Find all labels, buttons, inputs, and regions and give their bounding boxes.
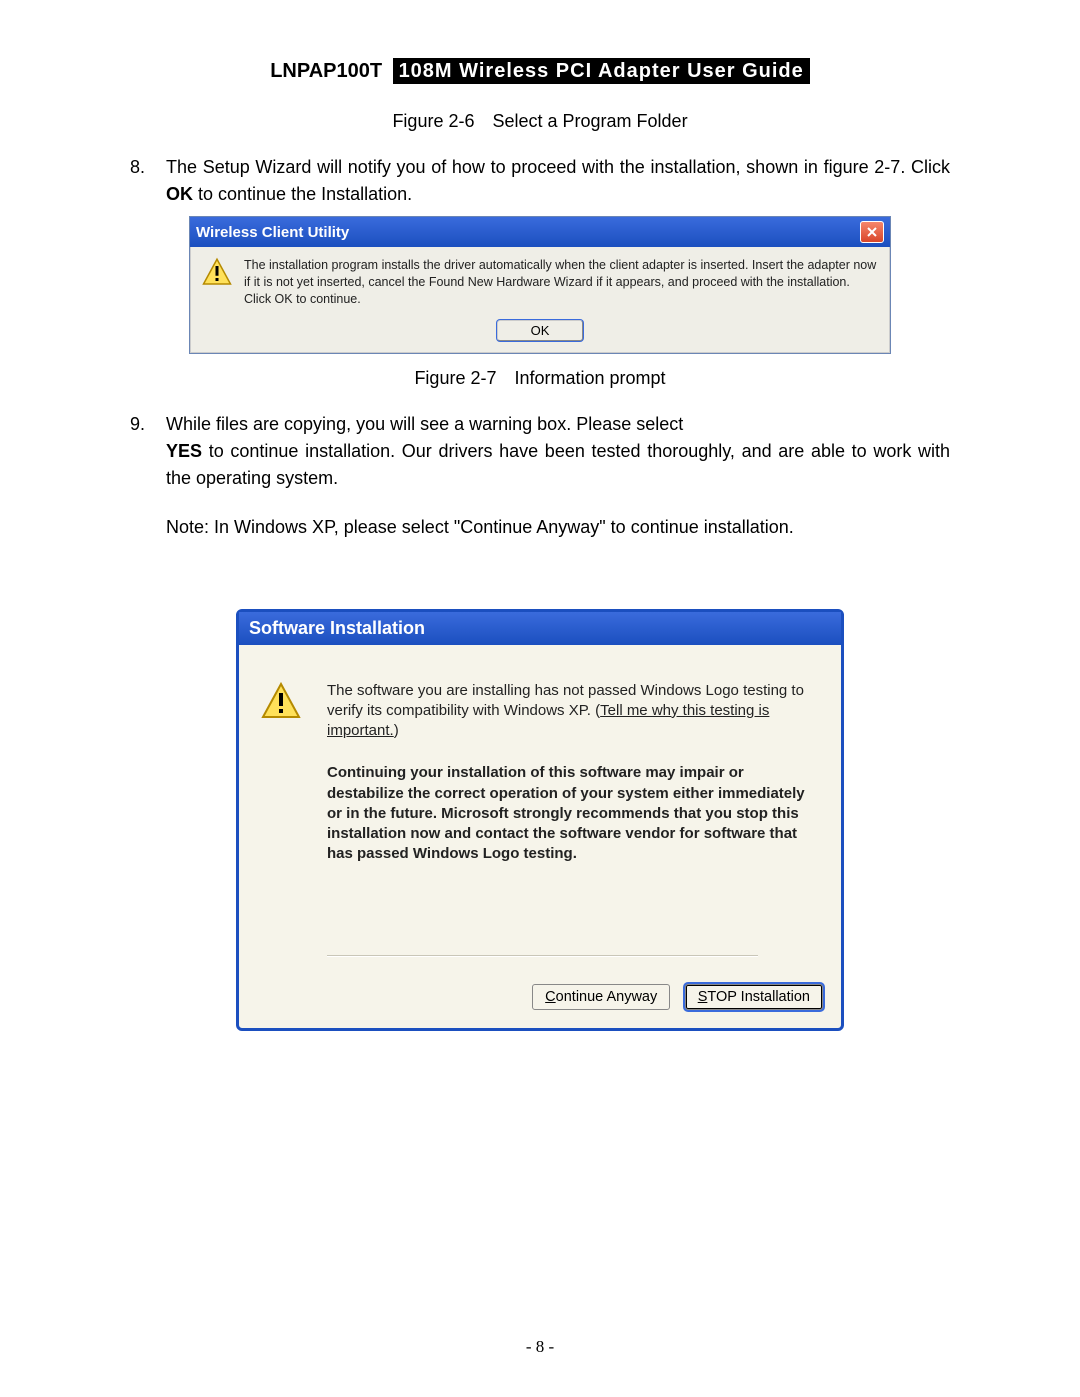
wireless-client-utility-dialog: Wireless Client Utility The installation… (189, 216, 891, 354)
text-line: While files are copying, you will see a … (166, 411, 950, 438)
ok-button[interactable]: OK (497, 320, 583, 341)
figure-caption-2-7: Figure 2-7 Information prompt (130, 368, 950, 389)
dialog-title-text: Wireless Client Utility (196, 224, 860, 241)
ok-bold: OK (166, 184, 193, 204)
step-number: 8. (130, 154, 166, 208)
model-code: LNPAP100T (270, 60, 388, 82)
step-number: 9. (130, 411, 166, 541)
text-part: The Setup Wizard will notify you of how … (166, 157, 950, 177)
continue-anyway-button[interactable]: Continue Anyway (532, 984, 670, 1010)
note-text: Note: In Windows XP, please select "Cont… (166, 514, 950, 541)
close-icon (866, 226, 878, 238)
mnemonic: S (698, 989, 708, 1005)
step-text: While files are copying, you will see a … (166, 411, 950, 541)
warning-icon (202, 257, 232, 287)
dialog-title-text: Software Installation (239, 612, 841, 645)
text-part: to continue installation. Our drivers ha… (166, 441, 950, 488)
step-text: The Setup Wizard will notify you of how … (166, 154, 950, 208)
software-installation-dialog: Software Installation The software you a… (236, 609, 844, 1032)
btn-text: ontinue Anyway (556, 989, 658, 1005)
warning-icon (261, 681, 301, 721)
close-button[interactable] (860, 221, 884, 243)
dialog-body-text: The installation program installs the dr… (244, 257, 878, 308)
doc-header: LNPAP100T 108M Wireless PCI Adapter User… (130, 60, 950, 83)
mnemonic: C (545, 989, 555, 1005)
dialog-paragraph-1: The software you are installing has not … (327, 681, 817, 742)
dialog-paragraph-2: Continuing your installation of this sof… (327, 763, 817, 864)
dialog-titlebar: Wireless Client Utility (190, 217, 890, 247)
figure-caption-2-6: Figure 2-6 Select a Program Folder (130, 111, 950, 132)
btn-text: TOP Installation (707, 989, 810, 1005)
doc-title: 108M Wireless PCI Adapter User Guide (393, 58, 810, 84)
page-number: - 8 - (0, 1337, 1080, 1357)
step-8: 8. The Setup Wizard will notify you of h… (130, 154, 950, 208)
stop-installation-button[interactable]: STOP Installation (685, 984, 823, 1010)
text-part: ) (394, 722, 399, 739)
separator (327, 955, 758, 957)
yes-bold: YES (166, 441, 202, 461)
text-part: to continue the Installation. (193, 184, 412, 204)
step-9: 9. While files are copying, you will see… (130, 411, 950, 541)
